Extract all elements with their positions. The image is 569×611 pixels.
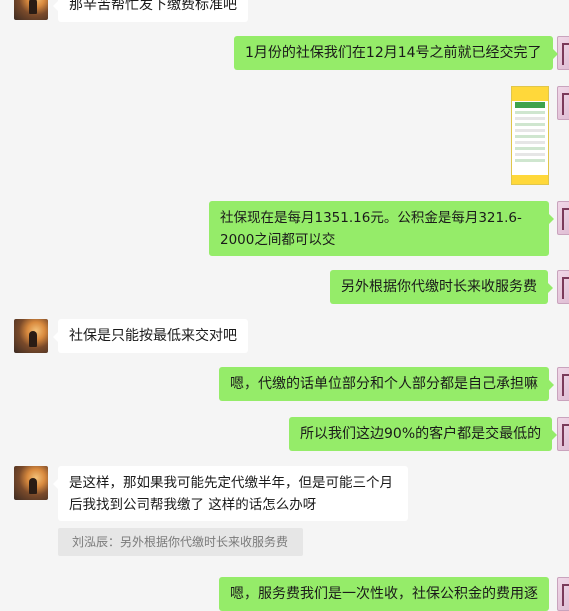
message-text: 所以我们这边90%的客户都是交最低的 <box>300 426 542 442</box>
my-avatar[interactable] <box>557 201 569 235</box>
avatar-figure-icon <box>29 478 37 494</box>
my-avatar[interactable] <box>557 86 569 120</box>
message-text: 社保现在是每月1351.16元。公积金是每月321.6-2000之间都可以交 <box>220 210 522 248</box>
avatar-mark-icon <box>562 277 569 299</box>
incoming-message[interactable]: 社保是只能按最低来交对吧 <box>53 319 248 353</box>
message-text: 另外根据你代缴时长来收服务费 <box>341 279 537 295</box>
my-avatar[interactable] <box>557 417 569 451</box>
message-text: 那辛苦帮忙发下缴费标准吧 <box>69 0 237 13</box>
my-avatar[interactable] <box>557 36 569 70</box>
contact-avatar[interactable] <box>14 319 48 353</box>
outgoing-message[interactable]: 嗯，服务费我们是一次性收，社保公积金的费用逐 <box>219 577 549 611</box>
message-text: 1月份的社保我们在12月14号之前就已经交完了 <box>245 45 542 61</box>
avatar-mark-icon <box>562 93 569 115</box>
contact-avatar[interactable] <box>14 0 48 20</box>
avatar-mark-icon <box>562 424 569 446</box>
my-avatar[interactable] <box>557 577 569 611</box>
avatar-mark-icon <box>562 43 569 65</box>
outgoing-message[interactable]: 所以我们这边90%的客户都是交最低的 <box>289 417 558 451</box>
incoming-message[interactable]: 是这样，那如果我可能先定代缴半年，但是可能三个月后我找到公司帮我缴了 这样的话怎… <box>53 466 408 521</box>
message-text: 嗯，代缴的话单位部分和个人部分都是自己承担嘛 <box>230 376 538 392</box>
image-message[interactable] <box>511 86 549 185</box>
avatar-figure-icon <box>29 331 37 347</box>
incoming-message[interactable]: 那辛苦帮忙发下缴费标准吧 <box>53 0 248 22</box>
outgoing-message[interactable]: 1月份的社保我们在12月14号之前就已经交完了 <box>234 36 558 70</box>
message-text: 社保是只能按最低来交对吧 <box>69 328 237 344</box>
image-banner <box>515 102 545 108</box>
my-avatar[interactable] <box>557 270 569 304</box>
quote-text: 刘泓辰：另外根据你代缴时长来收服务费 <box>72 535 289 549</box>
outgoing-message[interactable]: 另外根据你代缴时长来收服务费 <box>330 270 553 304</box>
contact-avatar[interactable] <box>14 466 48 500</box>
outgoing-message[interactable]: 社保现在是每月1351.16元。公积金是每月321.6-2000之间都可以交 <box>209 201 554 256</box>
avatar-mark-icon <box>562 208 569 230</box>
image-footer <box>512 175 548 184</box>
message-text: 嗯，服务费我们是一次性收，社保公积金的费用逐 <box>230 586 538 602</box>
avatar-figure-icon <box>29 0 37 14</box>
avatar-mark-icon <box>562 584 569 606</box>
image-header <box>512 87 548 101</box>
quoted-message[interactable]: 刘泓辰：另外根据你代缴时长来收服务费 <box>58 528 303 556</box>
my-avatar[interactable] <box>557 367 569 401</box>
outgoing-message[interactable]: 嗯，代缴的话单位部分和个人部分都是自己承担嘛 <box>219 367 554 401</box>
avatar-mark-icon <box>562 374 569 396</box>
message-text: 是这样，那如果我可能先定代缴半年，但是可能三个月后我找到公司帮我缴了 这样的话怎… <box>69 475 393 513</box>
